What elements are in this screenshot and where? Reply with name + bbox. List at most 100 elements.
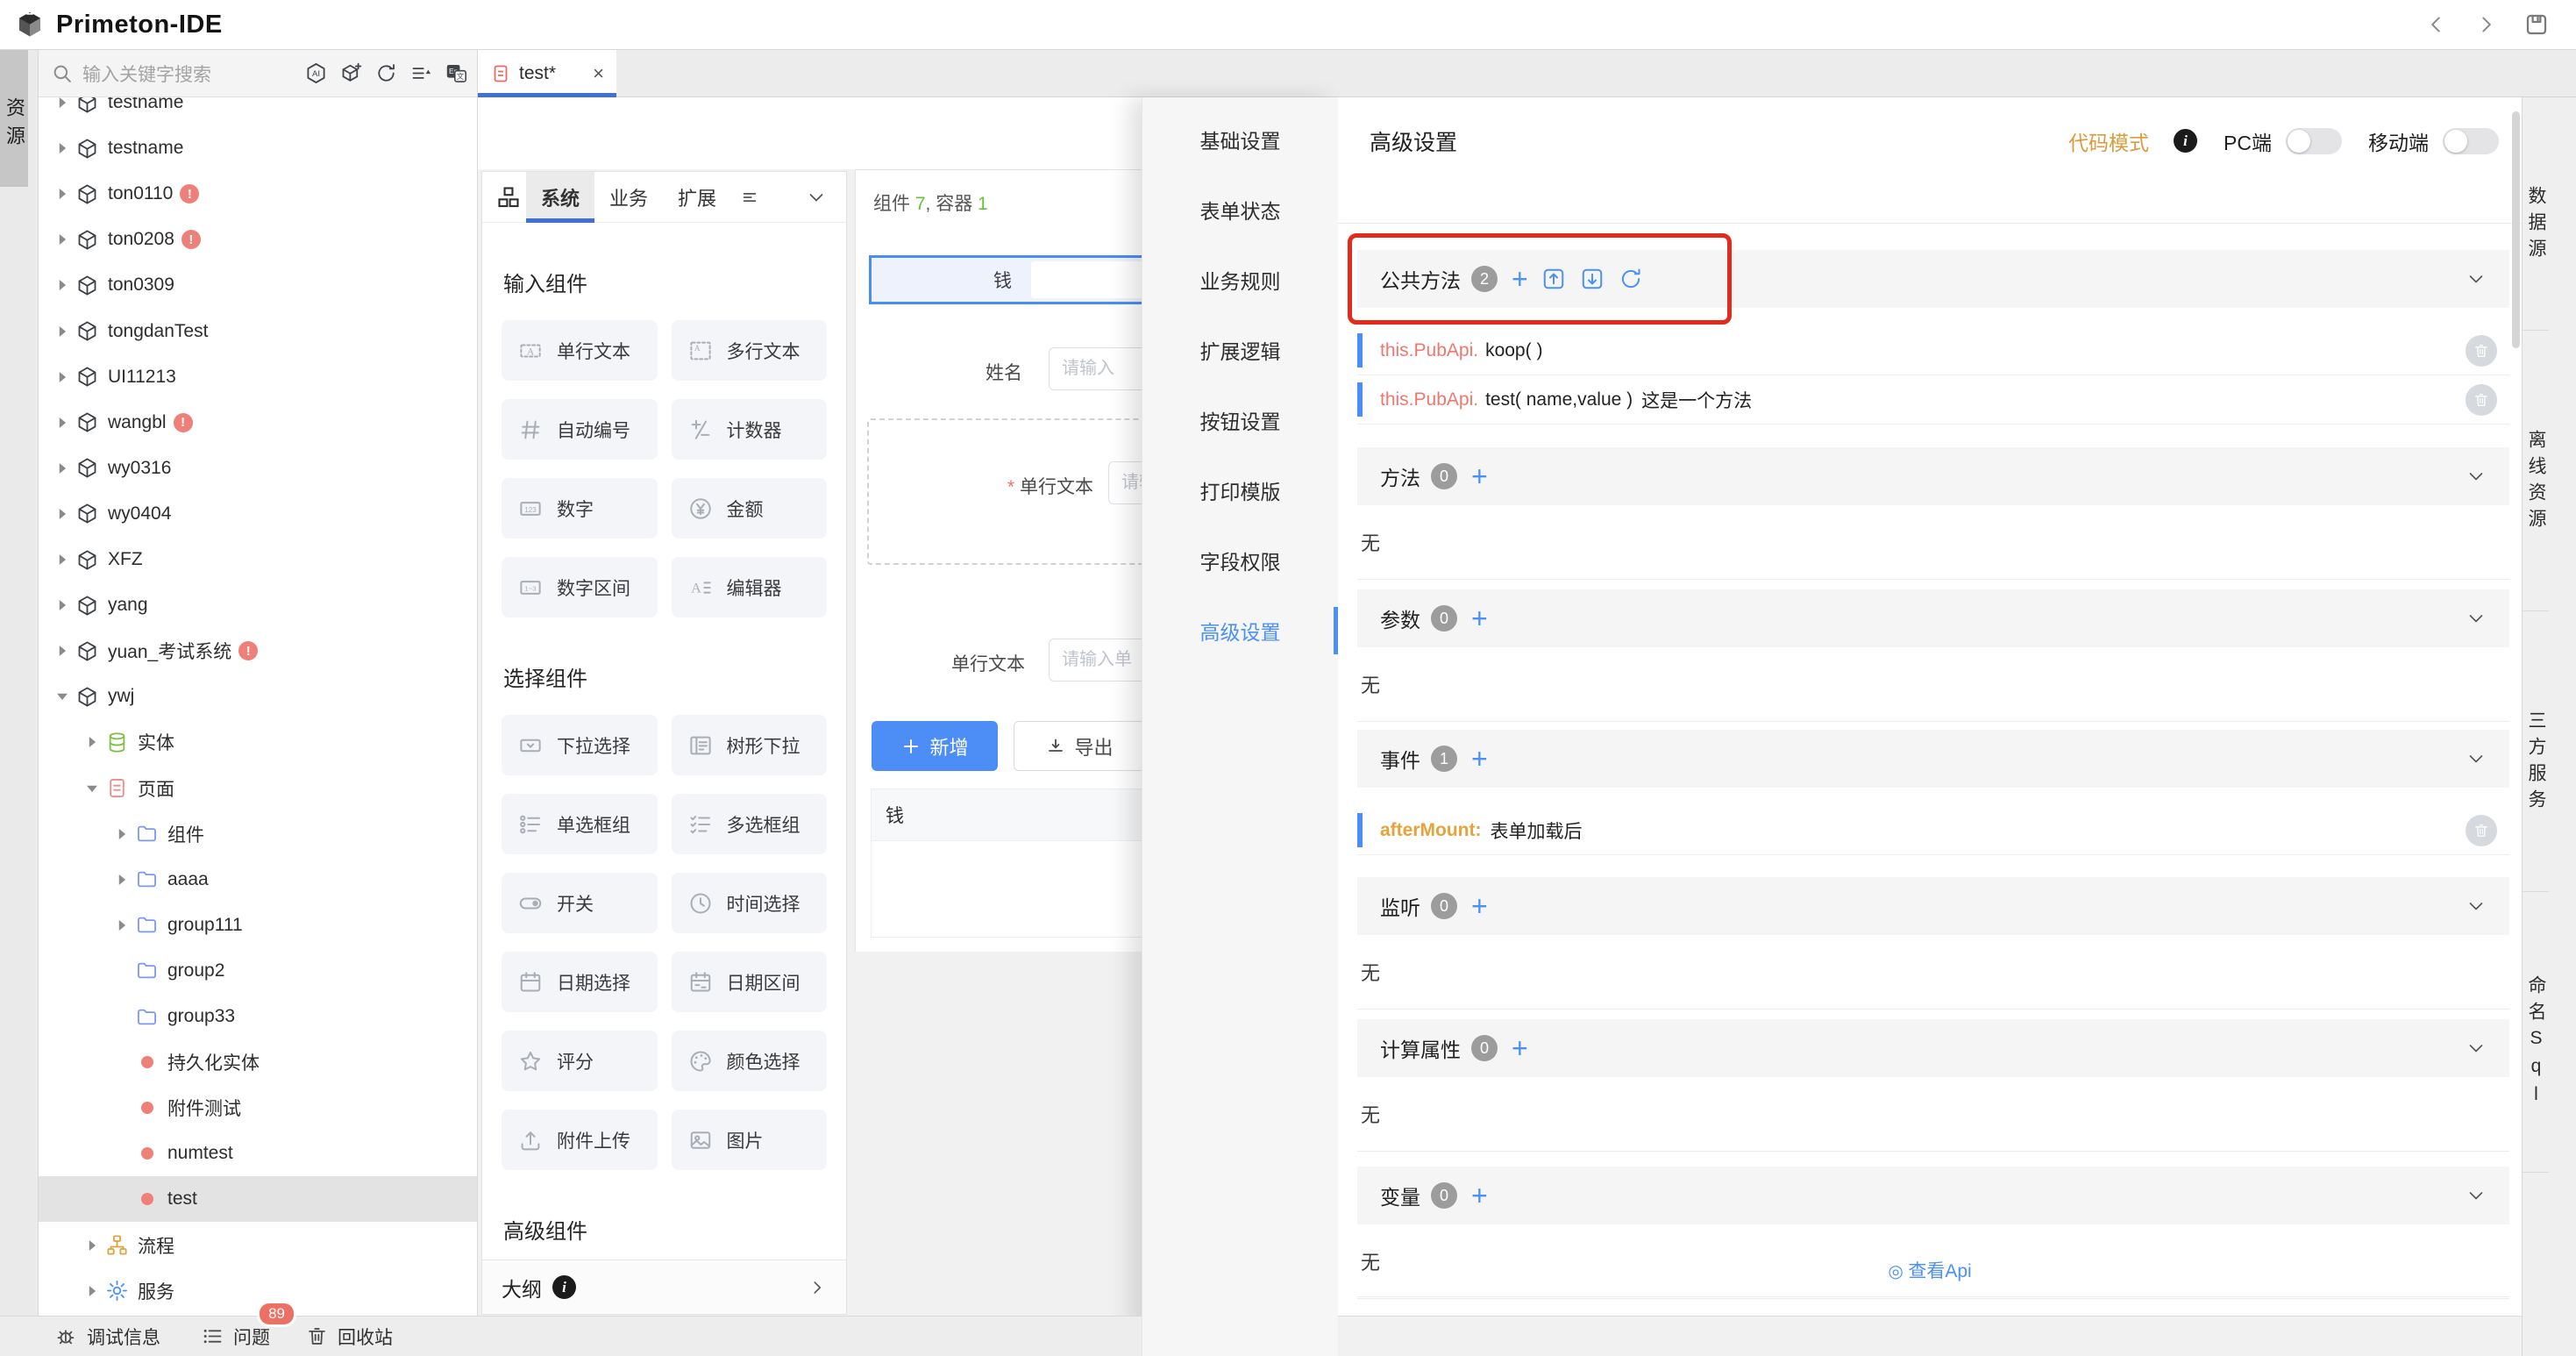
- settings-menu-item[interactable]: 打印模版: [1142, 455, 1338, 525]
- section-header[interactable]: 事件1+: [1357, 730, 2509, 788]
- palette-tab-系统[interactable]: 系统: [526, 172, 594, 222]
- palette-item[interactable]: 123数字: [502, 478, 658, 539]
- back-icon[interactable]: [2425, 13, 2448, 36]
- menu-icon[interactable]: [740, 188, 759, 207]
- tree-item[interactable]: 实体: [39, 719, 477, 765]
- close-icon[interactable]: ×: [593, 62, 604, 85]
- form-canvas[interactable]: 组件 7, 容器 1 钱 姓名 *单行文本 单行文本 新增 导出 钱: [855, 169, 1142, 952]
- section-header[interactable]: 计算属性0+: [1357, 1019, 2509, 1077]
- name-input[interactable]: [1049, 347, 1142, 390]
- export-icon[interactable]: [1579, 266, 1605, 292]
- section-header[interactable]: 方法0+: [1357, 447, 2509, 505]
- statusbar-item-debug[interactable]: 调试信息: [54, 1324, 160, 1350]
- palette-item[interactable]: 时间选择: [672, 873, 828, 933]
- tree-item[interactable]: group2: [39, 948, 477, 994]
- tree-item[interactable]: group33: [39, 994, 477, 1039]
- tree-item[interactable]: 组件: [39, 811, 477, 857]
- add-icon[interactable]: +: [1471, 745, 1488, 773]
- view-api-link[interactable]: 查看Api: [1338, 1257, 2522, 1283]
- export-button[interactable]: 导出: [1014, 721, 1142, 771]
- tree-item[interactable]: group111: [39, 903, 477, 948]
- required-input[interactable]: [1108, 461, 1142, 504]
- settings-menu-item[interactable]: 扩展逻辑: [1142, 315, 1338, 385]
- section-header[interactable]: 公共方法2+: [1357, 250, 2509, 308]
- tree-item[interactable]: wangbl!: [39, 400, 477, 446]
- palette-item[interactable]: A单行文本: [502, 320, 658, 381]
- palette-item[interactable]: 树形下拉: [672, 715, 828, 775]
- section-header[interactable]: 变量0+: [1357, 1167, 2509, 1224]
- method-row[interactable]: this.PubApi.test( name,value )这是一个方法: [1357, 375, 2509, 425]
- settings-menu-item[interactable]: 高级设置: [1142, 596, 1338, 666]
- tree-item[interactable]: ton0208!: [39, 217, 477, 262]
- chevron-right-icon[interactable]: [82, 732, 102, 752]
- palette-item[interactable]: 单选框组: [502, 794, 658, 854]
- chevron-right-icon[interactable]: [112, 870, 132, 889]
- chevron-right-icon[interactable]: [53, 184, 72, 203]
- field-money-selected[interactable]: 钱: [869, 255, 1142, 304]
- sync-icon[interactable]: [1618, 266, 1644, 292]
- palette-item[interactable]: 开关: [502, 873, 658, 933]
- chevron-right-icon[interactable]: [53, 275, 72, 295]
- palette-item[interactable]: 计数器: [672, 399, 828, 460]
- table-header-cell[interactable]: 钱: [871, 789, 1142, 841]
- refresh-icon[interactable]: [374, 61, 398, 85]
- tree-item[interactable]: wy0404: [39, 491, 477, 537]
- chevron-right-icon[interactable]: [112, 824, 132, 844]
- palette-item[interactable]: 日期选择: [502, 952, 658, 1012]
- chevron-right-icon[interactable]: [53, 368, 72, 387]
- required-input-field[interactable]: [1121, 473, 1142, 493]
- tree-item[interactable]: testname: [39, 97, 477, 125]
- settings-menu-item[interactable]: 字段权限: [1142, 525, 1338, 596]
- method-row[interactable]: this.PubApi.koop( ): [1357, 326, 2509, 375]
- palette-item[interactable]: 自动编号: [502, 399, 658, 460]
- tree-item[interactable]: aaaa: [39, 857, 477, 903]
- chevron-down-icon[interactable]: [2466, 1038, 2487, 1059]
- activity-tab-resources[interactable]: 资源: [0, 50, 28, 187]
- subform-container[interactable]: *单行文本: [867, 418, 1142, 565]
- new-module-icon[interactable]: [339, 61, 363, 85]
- palette-item[interactable]: 颜色选择: [672, 1031, 828, 1091]
- explorer-search-bar[interactable]: 输入关键字搜索 AIEn文: [39, 50, 478, 97]
- sort-icon[interactable]: [409, 61, 433, 85]
- right-sidebar-tab[interactable]: 数据源: [2523, 97, 2549, 331]
- tree-item[interactable]: yang: [39, 582, 477, 628]
- save-icon[interactable]: [2523, 11, 2550, 38]
- tree-item[interactable]: 持久化实体: [39, 1039, 477, 1085]
- chevron-right-icon[interactable]: [53, 459, 72, 478]
- chevron-right-icon[interactable]: [82, 1236, 102, 1255]
- chevron-down-icon[interactable]: [2466, 1185, 2487, 1206]
- chevron-right-icon[interactable]: [53, 550, 72, 569]
- palette-item[interactable]: 图片: [672, 1110, 828, 1170]
- palette-item[interactable]: 下拉选择: [502, 715, 658, 775]
- chevron-right-icon[interactable]: [53, 230, 72, 249]
- tree-item[interactable]: yuan_考试系统!: [39, 628, 477, 674]
- chevron-right-icon[interactable]: [53, 641, 72, 660]
- delete-icon[interactable]: [2466, 335, 2497, 367]
- tree-item[interactable]: testname: [39, 125, 477, 171]
- chevron-right-icon[interactable]: [112, 916, 132, 935]
- chevron-down-icon[interactable]: [82, 779, 102, 798]
- text-input[interactable]: [1049, 639, 1142, 682]
- scrollbar[interactable]: [2512, 111, 2520, 348]
- settings-menu-item[interactable]: 业务规则: [1142, 245, 1338, 315]
- tree-item[interactable]: ywj: [39, 674, 477, 719]
- add-icon[interactable]: +: [1471, 1181, 1488, 1210]
- data-table[interactable]: 钱: [871, 789, 1142, 938]
- forward-icon[interactable]: [2474, 13, 2497, 36]
- name-input-field[interactable]: [1062, 359, 1141, 379]
- tree-item[interactable]: 页面: [39, 766, 477, 811]
- palette-item[interactable]: 1~3数字区间: [502, 557, 658, 617]
- palette-item[interactable]: A多行文本: [672, 320, 828, 381]
- translate-icon[interactable]: En文: [445, 61, 468, 85]
- code-mode-link[interactable]: 代码模式: [2068, 126, 2149, 156]
- tree-item[interactable]: numtest: [39, 1131, 477, 1176]
- palette-item[interactable]: 附件上传: [502, 1110, 658, 1170]
- palette-item[interactable]: A编辑器: [672, 557, 828, 617]
- mobile-toggle[interactable]: [2443, 128, 2499, 154]
- chevron-right-icon[interactable]: [53, 322, 72, 341]
- palette-item[interactable]: 多选框组: [672, 794, 828, 854]
- add-icon[interactable]: +: [1471, 892, 1488, 920]
- right-sidebar-tab[interactable]: 三方服务: [2523, 611, 2549, 892]
- add-icon[interactable]: +: [1512, 1034, 1528, 1062]
- statusbar-item-recycle[interactable]: 回收站: [305, 1324, 393, 1350]
